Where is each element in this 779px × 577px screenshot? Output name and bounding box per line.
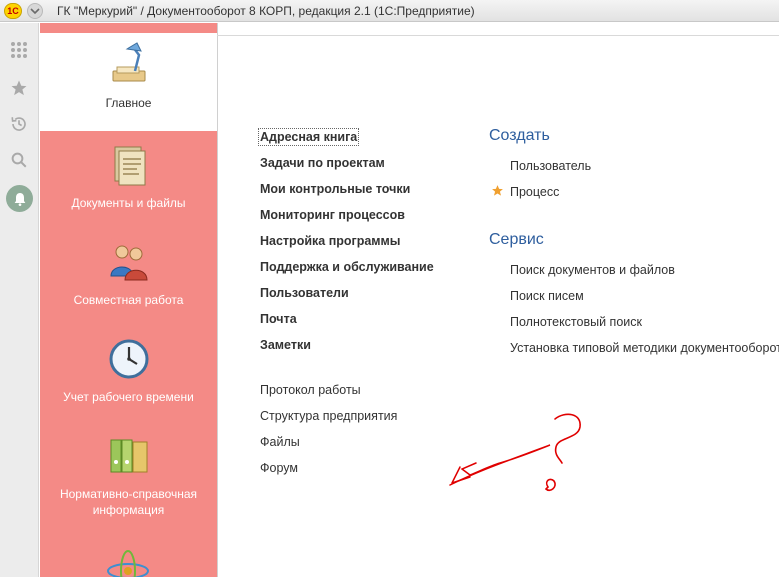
section-label: Главное [105, 96, 152, 110]
window-title: ГК "Меркурий" / Документооборот 8 КОРП, … [57, 3, 475, 18]
service-install-methodology-link[interactable]: Установка типовой методики документообор… [510, 341, 779, 355]
link-project-tasks[interactable]: Задачи по проектам [260, 156, 385, 170]
service-doc-search-link[interactable]: Поиск документов и файлов [510, 263, 675, 277]
atom-icon [107, 550, 149, 577]
section-main[interactable]: Главное [40, 33, 217, 131]
service-mail-search-link[interactable]: Поиск писем [510, 289, 584, 303]
search-icon[interactable] [8, 149, 30, 171]
link-my-checkpoints[interactable]: Мои контрольные точки [260, 182, 410, 196]
app-logo-icon[interactable]: 1С [4, 2, 22, 19]
section-reference[interactable]: Нормативно-справочная информация [40, 432, 217, 518]
section-label: Документы и файлы [71, 196, 186, 210]
annotation-scribble [449, 413, 581, 492]
left-toolbar [0, 23, 39, 577]
sections-panel: Главное Документы и файлы Совместная раб… [40, 23, 217, 577]
star-icon[interactable] [8, 77, 30, 99]
create-group-title: Создать [489, 127, 550, 144]
link-org-structure[interactable]: Структура предприятия [260, 409, 397, 423]
link-address-book[interactable]: Адресная книга [257, 128, 360, 146]
link-process-monitoring[interactable]: Мониторинг процессов [260, 208, 405, 222]
documents-icon [114, 146, 145, 186]
create-user-link[interactable]: Пользователь [510, 159, 591, 173]
section-label: Совместная работа [73, 293, 184, 307]
desk-lamp-icon [112, 42, 145, 82]
history-icon[interactable] [8, 113, 30, 135]
link-files[interactable]: Файлы [260, 435, 300, 449]
link-support[interactable]: Поддержка и обслуживание [260, 260, 434, 274]
section-time-tracking[interactable]: Учет рабочего времени [40, 335, 217, 405]
section-label: Учет рабочего времени [63, 390, 194, 404]
service-group-title: Сервис [489, 231, 544, 248]
link-program-settings[interactable]: Настройка программы [260, 234, 400, 248]
link-users[interactable]: Пользователи [260, 286, 349, 300]
bell-icon[interactable] [6, 185, 33, 212]
main-menu-icon[interactable] [27, 2, 43, 19]
favorite-star-icon[interactable] [491, 184, 504, 197]
service-fulltext-search-link[interactable]: Полнотекстовый поиск [510, 315, 642, 329]
link-mail[interactable]: Почта [260, 312, 297, 326]
create-process-link[interactable]: Процесс [510, 185, 559, 199]
content-top-line [217, 35, 779, 36]
clock-icon [109, 339, 148, 379]
link-forum[interactable]: Форум [260, 461, 298, 475]
binders-icon [110, 439, 147, 473]
panel-divider [217, 23, 218, 577]
link-notes[interactable]: Заметки [260, 338, 311, 352]
users-icon [109, 245, 148, 281]
title-bar: 1С ГК "Меркурий" / Документооборот 8 КОР… [0, 0, 779, 22]
section-label: Нормативно-справочная информация [59, 487, 198, 517]
section-collaboration[interactable]: Совместная работа [40, 238, 217, 308]
section-documents[interactable]: Документы и файлы [40, 141, 217, 211]
link-work-log[interactable]: Протокол работы [260, 383, 361, 397]
apps-grid-icon[interactable] [8, 39, 30, 61]
